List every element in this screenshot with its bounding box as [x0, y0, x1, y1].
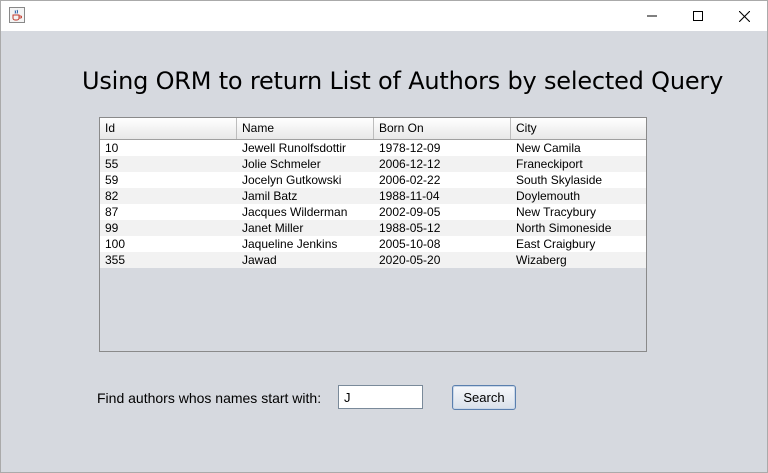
cell-id: 355	[105, 253, 126, 267]
cell-id: 82	[105, 189, 119, 203]
cell-born-on: 1978-12-09	[379, 141, 441, 155]
cell-born-on: 1988-11-04	[379, 189, 440, 203]
table-header: Id Name Born On City	[100, 118, 646, 140]
cell-name: Jamil Batz	[242, 189, 298, 203]
search-input[interactable]	[338, 385, 423, 409]
app-window: Using ORM to return List of Authors by s…	[0, 0, 768, 473]
minimize-button[interactable]	[629, 1, 675, 31]
column-header-city[interactable]: City	[511, 118, 646, 139]
table-row[interactable]: 99 Janet Miller 1988-05-12 North Simones…	[100, 220, 646, 236]
content-pane: Using ORM to return List of Authors by s…	[1, 31, 767, 472]
cell-city: Doylemouth	[516, 189, 581, 203]
table-body: 10 Jewell Runolfsdottir 1978-12-09 New C…	[100, 140, 646, 268]
cell-city: South Skylaside	[516, 173, 603, 187]
cell-name: Janet Miller	[242, 221, 304, 235]
maximize-icon	[693, 11, 703, 21]
maximize-button[interactable]	[675, 1, 721, 31]
cell-id: 10	[105, 141, 119, 155]
cell-born-on: 2020-05-20	[379, 253, 441, 267]
title-bar[interactable]	[1, 1, 767, 31]
search-button[interactable]: Search	[452, 385, 516, 410]
cell-city: New Camila	[516, 141, 581, 155]
table-row[interactable]: 355 Jawad 2020-05-20 Wizaberg	[100, 252, 646, 268]
minimize-icon	[647, 11, 657, 21]
cell-id: 99	[105, 221, 119, 235]
cell-id: 100	[105, 237, 126, 251]
cell-name: Jacques Wilderman	[242, 205, 348, 219]
cell-city: Franeckiport	[516, 157, 583, 171]
column-header-born-on[interactable]: Born On	[374, 118, 511, 139]
cell-id: 59	[105, 173, 119, 187]
cell-born-on: 2002-09-05	[379, 205, 441, 219]
table-row[interactable]: 82 Jamil Batz 1988-11-04 Doylemouth	[100, 188, 646, 204]
column-header-name[interactable]: Name	[237, 118, 374, 139]
cell-city: New Tracybury	[516, 205, 597, 219]
search-label: Find authors whos names start with:	[97, 390, 322, 406]
page-title: Using ORM to return List of Authors by s…	[82, 67, 724, 95]
cell-born-on: 1988-05-12	[379, 221, 441, 235]
cell-id: 87	[105, 205, 119, 219]
table-row[interactable]: 59 Jocelyn Gutkowski 2006-02-22 South Sk…	[100, 172, 646, 188]
table-row[interactable]: 55 Jolie Schmeler 2006-12-12 Franeckipor…	[100, 156, 646, 172]
column-header-id[interactable]: Id	[100, 118, 237, 139]
close-icon	[738, 10, 750, 22]
table-row[interactable]: 10 Jewell Runolfsdottir 1978-12-09 New C…	[100, 140, 646, 156]
cell-born-on: 2006-02-22	[379, 173, 441, 187]
cell-born-on: 2006-12-12	[379, 157, 441, 171]
java-cup-icon	[9, 7, 25, 23]
cell-born-on: 2005-10-08	[379, 237, 441, 251]
cell-city: East Craigbury	[516, 237, 596, 251]
cell-id: 55	[105, 157, 119, 171]
cell-name: Jewell Runolfsdottir	[242, 141, 347, 155]
cell-name: Jolie Schmeler	[242, 157, 321, 171]
cell-name: Jawad	[242, 253, 277, 267]
cell-city: Wizaberg	[516, 253, 567, 267]
cell-name: Jocelyn Gutkowski	[242, 173, 342, 187]
table-row[interactable]: 100 Jaqueline Jenkins 2005-10-08 East Cr…	[100, 236, 646, 252]
cell-city: North Simoneside	[516, 221, 612, 235]
cell-name: Jaqueline Jenkins	[242, 237, 338, 251]
close-button[interactable]	[721, 1, 767, 31]
table-row[interactable]: 87 Jacques Wilderman 2002-09-05 New Trac…	[100, 204, 646, 220]
authors-table[interactable]: Id Name Born On City 10 Jewell Runolfsdo…	[99, 117, 647, 352]
